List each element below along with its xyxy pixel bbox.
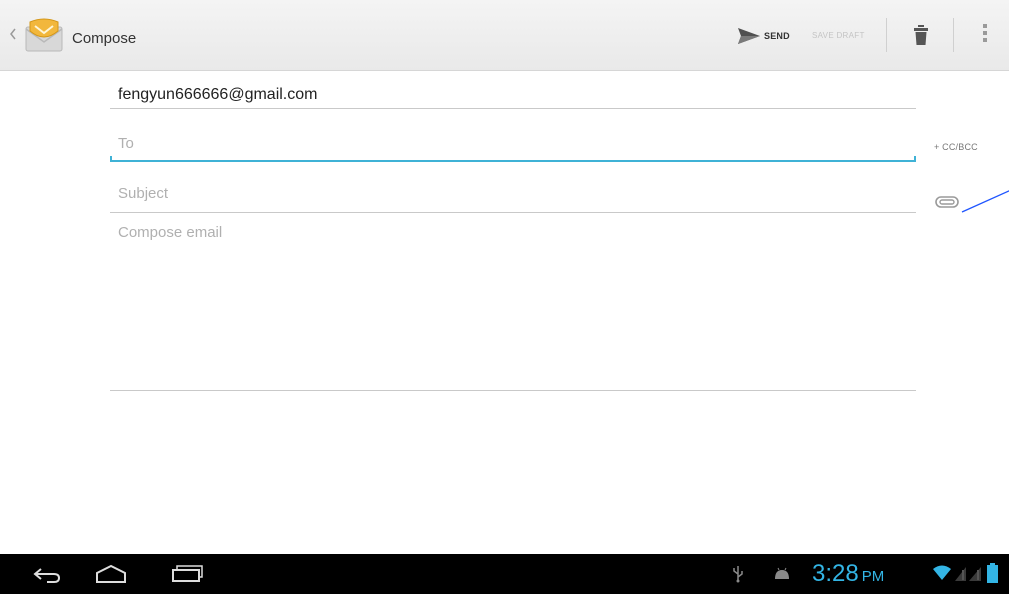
clock-time: 3:28 — [812, 560, 859, 587]
overflow-menu-icon[interactable] — [982, 24, 988, 46]
trash-icon[interactable] — [914, 25, 928, 45]
to-underline-tick-right — [914, 156, 916, 161]
from-account: fengyun666666@gmail.com — [118, 86, 318, 103]
compose-body-field[interactable] — [110, 222, 916, 387]
recent-apps-icon[interactable] — [170, 564, 204, 584]
from-underline — [110, 108, 916, 109]
send-icon — [738, 28, 760, 44]
wifi-icon — [933, 565, 951, 580]
battery-icon — [987, 563, 998, 583]
back-icon[interactable] — [32, 566, 62, 584]
to-focus-underline — [110, 160, 916, 162]
system-bar: 3:28 PM — [0, 554, 1009, 594]
to-underline-tick-left — [110, 156, 112, 161]
send-label: SEND — [764, 31, 790, 41]
to-field[interactable] — [110, 130, 916, 156]
email-app-icon[interactable] — [20, 17, 66, 53]
home-icon[interactable] — [94, 564, 128, 584]
save-draft-button[interactable]: SAVE DRAFT — [812, 31, 865, 40]
page-title: Compose — [72, 30, 137, 47]
send-button[interactable]: SEND — [737, 26, 790, 46]
subject-field[interactable] — [110, 180, 916, 206]
action-bar: Compose SEND SAVE DRAFT — [0, 0, 1009, 71]
action-divider — [886, 18, 887, 52]
android-debug-icon — [775, 567, 789, 579]
attach-icon[interactable] — [935, 196, 959, 208]
subject-underline — [110, 212, 916, 213]
up-caret-icon[interactable] — [8, 24, 18, 44]
clock-ampm: PM — [861, 568, 885, 585]
cc-bcc-button[interactable]: + CC/BCC — [934, 142, 978, 152]
action-divider — [953, 18, 954, 52]
usb-icon — [733, 566, 743, 583]
signal-icon — [955, 567, 981, 581]
body-underline — [110, 390, 916, 391]
clock: 3:28 PM — [812, 560, 884, 588]
annotation-pointer-line — [961, 190, 1009, 213]
